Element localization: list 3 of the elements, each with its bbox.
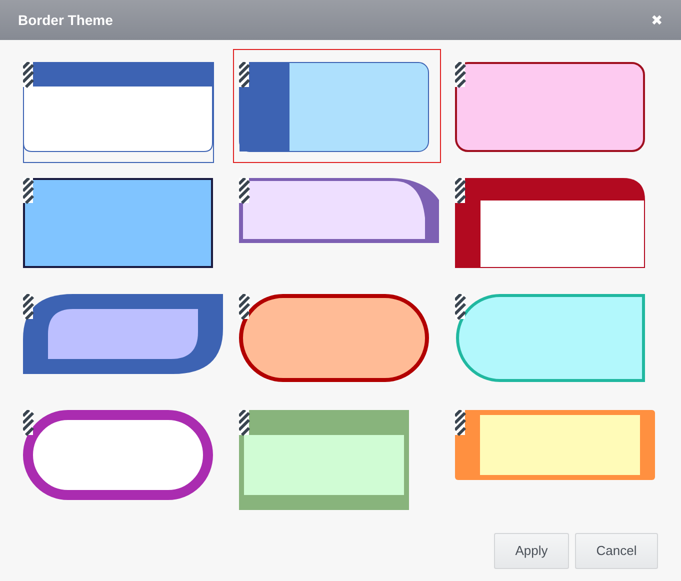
cancel-button[interactable]: Cancel (575, 533, 658, 569)
apply-button[interactable]: Apply (494, 533, 569, 569)
dialog-title: Border Theme (18, 10, 113, 30)
